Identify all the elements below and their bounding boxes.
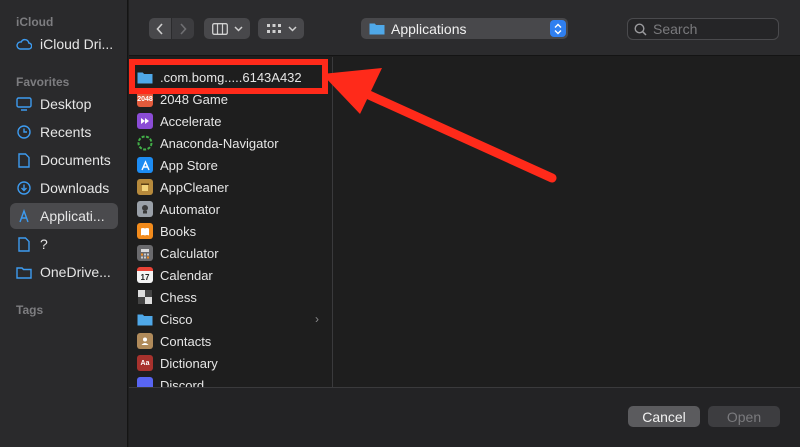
sidebar-item-applications[interactable]: Applicati... xyxy=(10,203,118,229)
accelerate-icon xyxy=(137,113,153,129)
chevron-down-icon xyxy=(287,25,297,32)
sidebar-heading-tags: Tags xyxy=(16,303,44,317)
appcleaner-icon xyxy=(137,179,153,195)
file-name: Cisco xyxy=(160,311,193,327)
list-item[interactable]: 17 Calendar xyxy=(137,264,327,286)
discord-icon xyxy=(137,377,153,387)
folder-icon xyxy=(369,23,385,35)
sidebar-item-desktop[interactable]: Desktop xyxy=(10,91,118,117)
file-name: Automator xyxy=(160,201,220,217)
sidebar-item-documents[interactable]: Documents xyxy=(10,147,118,173)
sidebar-item-recents[interactable]: Recents xyxy=(10,119,118,145)
file-name: Discord xyxy=(160,377,205,388)
location-label: Applications xyxy=(391,20,467,37)
file-name: Anaconda-Navigator xyxy=(160,135,279,151)
sidebar-item-label: Downloads xyxy=(40,180,110,196)
anaconda-icon xyxy=(137,135,153,151)
list-item[interactable]: Cisco › xyxy=(137,308,327,330)
search-icon xyxy=(634,22,647,36)
clock-icon xyxy=(16,124,32,140)
download-icon xyxy=(16,180,32,196)
folder-icon xyxy=(137,311,153,327)
document-icon xyxy=(16,236,32,252)
sidebar-item-icloud-drive[interactable]: iCloud Dri... xyxy=(10,31,118,57)
chess-icon xyxy=(137,289,153,305)
chevron-right-icon: › xyxy=(315,312,319,326)
list-item[interactable]: Discord xyxy=(137,374,327,387)
location-popup[interactable]: Applications xyxy=(361,18,568,39)
calculator-icon xyxy=(137,245,153,261)
applications-icon xyxy=(16,208,32,224)
app-store-icon xyxy=(137,157,153,173)
chevron-right-icon xyxy=(180,22,187,35)
sidebar-item-downloads[interactable]: Downloads xyxy=(10,175,118,201)
cancel-button[interactable]: Cancel xyxy=(628,406,700,427)
sidebar-item-label: iCloud Dri... xyxy=(40,36,114,52)
file-name: Chess xyxy=(160,289,197,305)
list-item[interactable]: App Store xyxy=(137,154,327,176)
list-item[interactable]: Calculator xyxy=(137,242,327,264)
sidebar-item-unknown[interactable]: ? xyxy=(10,231,118,257)
cloud-icon xyxy=(16,36,32,52)
file-name: Contacts xyxy=(160,333,212,349)
view-mode-button[interactable] xyxy=(204,18,250,39)
file-name: Accelerate xyxy=(160,113,222,129)
forward-button[interactable] xyxy=(172,18,194,39)
contacts-icon xyxy=(137,333,153,349)
sidebar-item-label: ? xyxy=(40,236,48,252)
folder-icon xyxy=(16,264,32,280)
toolbar: Applications xyxy=(129,0,800,56)
sidebar-item-label: Desktop xyxy=(40,96,92,112)
sidebar-heading-icloud: iCloud xyxy=(16,15,54,29)
file-name: App Store xyxy=(160,157,218,173)
annotation-arrow-icon xyxy=(322,68,557,183)
desktop-icon xyxy=(16,96,32,112)
back-button[interactable] xyxy=(149,18,171,39)
list-item[interactable]: Automator xyxy=(137,198,327,220)
list-item[interactable]: AppCleaner xyxy=(137,176,327,198)
sidebar-item-label: Recents xyxy=(40,124,92,140)
sidebar-item-label: Applicati... xyxy=(40,208,105,224)
chevron-down-icon xyxy=(233,25,243,32)
list-item[interactable]: Anaconda-Navigator xyxy=(137,132,327,154)
list-item[interactable]: Contacts xyxy=(137,330,327,352)
columns-view-icon xyxy=(211,22,228,35)
list-item[interactable]: Accelerate xyxy=(137,110,327,132)
nav-buttons xyxy=(149,18,195,39)
file-name: Calendar xyxy=(160,267,213,283)
file-name: Books xyxy=(160,223,197,239)
sidebar-heading-favorites: Favorites xyxy=(16,75,70,89)
sidebar-item-onedrive[interactable]: OneDrive... xyxy=(10,259,118,285)
file-name: AppCleaner xyxy=(160,179,229,195)
file-name: Dictionary xyxy=(160,355,218,371)
document-icon xyxy=(16,152,32,168)
list-item[interactable]: Books xyxy=(137,220,327,242)
grid-icon xyxy=(266,23,281,33)
stepper-icon xyxy=(550,20,566,37)
chevron-left-icon xyxy=(156,22,163,35)
list-item[interactable]: Chess xyxy=(137,286,327,308)
file-name: Calculator xyxy=(160,245,219,261)
sidebar-item-label: OneDrive... xyxy=(40,264,111,280)
dictionary-icon: Aa xyxy=(137,355,153,371)
annotation-highlight-box xyxy=(129,59,328,94)
search-field[interactable] xyxy=(627,18,779,40)
calendar-icon: 17 xyxy=(137,267,153,283)
sidebar: iCloud iCloud Dri... Favorites Desktop R… xyxy=(0,0,128,447)
dialog-footer: Cancel Open xyxy=(129,387,800,447)
books-icon xyxy=(137,223,153,239)
list-item[interactable]: Aa Dictionary xyxy=(137,352,327,374)
sidebar-item-label: Documents xyxy=(40,152,111,168)
group-button[interactable] xyxy=(258,18,304,39)
automator-icon xyxy=(137,201,153,217)
search-input[interactable] xyxy=(653,21,773,37)
open-button[interactable]: Open xyxy=(708,406,780,427)
